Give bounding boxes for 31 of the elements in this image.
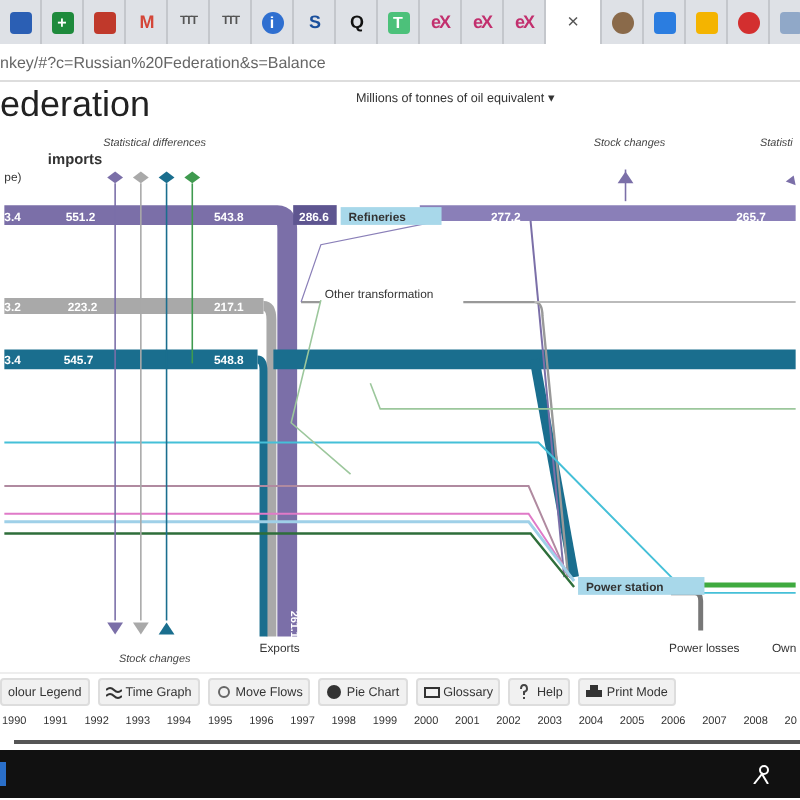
favicon-icon [93,11,115,33]
question-mark-icon [516,684,533,700]
address-bar[interactable]: nkey/#?c=Russian%20Federation&s=Balance [0,53,326,71]
favicon-icon [611,11,633,33]
favicon-icon [9,11,31,33]
book-icon [423,684,440,700]
timeline-track[interactable] [14,740,800,744]
favicon-icon [779,11,800,33]
favicon-icon: i [261,11,283,33]
favicon-icon: eX [430,12,449,32]
close-tab-button[interactable]: × [567,11,579,33]
wave-icon [105,684,122,700]
favicon-icon [737,11,759,33]
circle-icon [215,684,232,700]
pie-chart-icon [326,684,343,700]
favicon-icon: Q [349,12,362,32]
favicon-icon [695,11,717,33]
favicon-icon: M [139,12,153,32]
favicon-icon: eX [514,12,533,32]
sankey-node[interactable] [340,207,442,225]
favicon-icon [653,11,675,33]
page-title: ederation [0,82,153,126]
favicon-icon: S [308,12,319,32]
favicon-icon: + [51,11,73,33]
favicon-icon: T [387,11,409,33]
printer-icon [586,684,603,700]
sankey-node[interactable] [578,577,705,595]
people-icon[interactable] [752,764,772,784]
browser-tab[interactable]: × [546,0,602,44]
favicon-icon: eX [472,12,491,32]
taskbar-edge [0,762,6,786]
